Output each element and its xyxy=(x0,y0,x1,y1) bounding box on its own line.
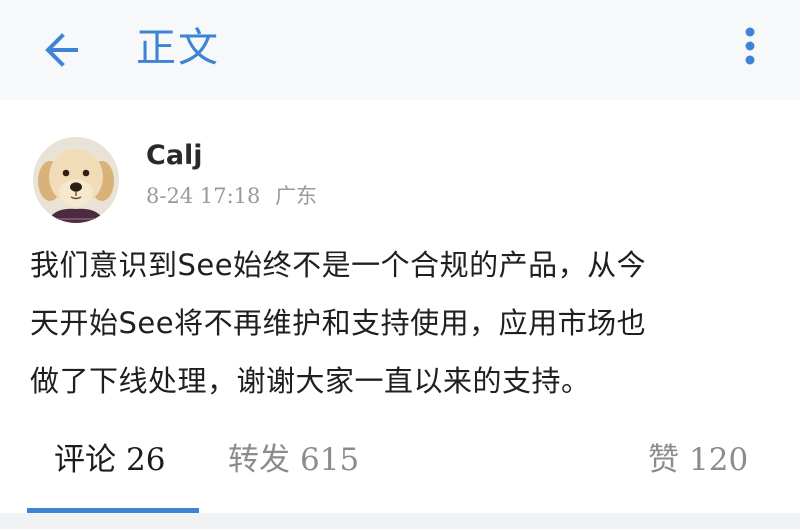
post-content-line: 天开始See将不再维护和支持使用，应用市场也 xyxy=(30,306,647,340)
post-meta: 8-24 17:18 广东 xyxy=(146,182,325,210)
post-timestamp: 8-24 17:18 xyxy=(146,184,261,208)
post-content-line: 我们意识到See始终不是一个合规的产品，从今 xyxy=(30,248,647,282)
dog-avatar-image xyxy=(33,137,119,223)
page-title: 正文 xyxy=(136,25,220,71)
tab-reposts-count: 615 xyxy=(300,442,360,478)
tab-likes[interactable]: 赞 120 xyxy=(648,432,748,488)
tab-likes-label: 赞 xyxy=(648,442,679,478)
back-button[interactable] xyxy=(38,26,86,74)
more-vertical-icon xyxy=(744,26,756,70)
post-content-line: 做了下线处理，谢谢大家一直以来的支持。 xyxy=(30,364,591,398)
tab-likes-count: 120 xyxy=(689,442,749,478)
author-name[interactable]: Calj xyxy=(146,138,203,174)
tab-reposts-label: 转发 xyxy=(228,442,290,478)
post-location: 广东 xyxy=(275,184,318,208)
back-arrow-icon xyxy=(42,30,82,70)
post-content: 我们意识到See始终不是一个合规的产品，从今 天开始See将不再维护和支持使用，… xyxy=(30,236,770,410)
avatar[interactable] xyxy=(33,137,119,223)
top-app-bar: 正文 xyxy=(0,0,800,100)
tab-comments-label: 评论 xyxy=(54,442,116,478)
tab-reposts[interactable]: 转发 615 xyxy=(228,432,359,488)
tab-comments[interactable]: 评论 26 xyxy=(54,432,165,488)
divider xyxy=(0,513,800,529)
more-options-button[interactable] xyxy=(730,26,770,70)
tab-comments-count: 26 xyxy=(126,442,166,478)
